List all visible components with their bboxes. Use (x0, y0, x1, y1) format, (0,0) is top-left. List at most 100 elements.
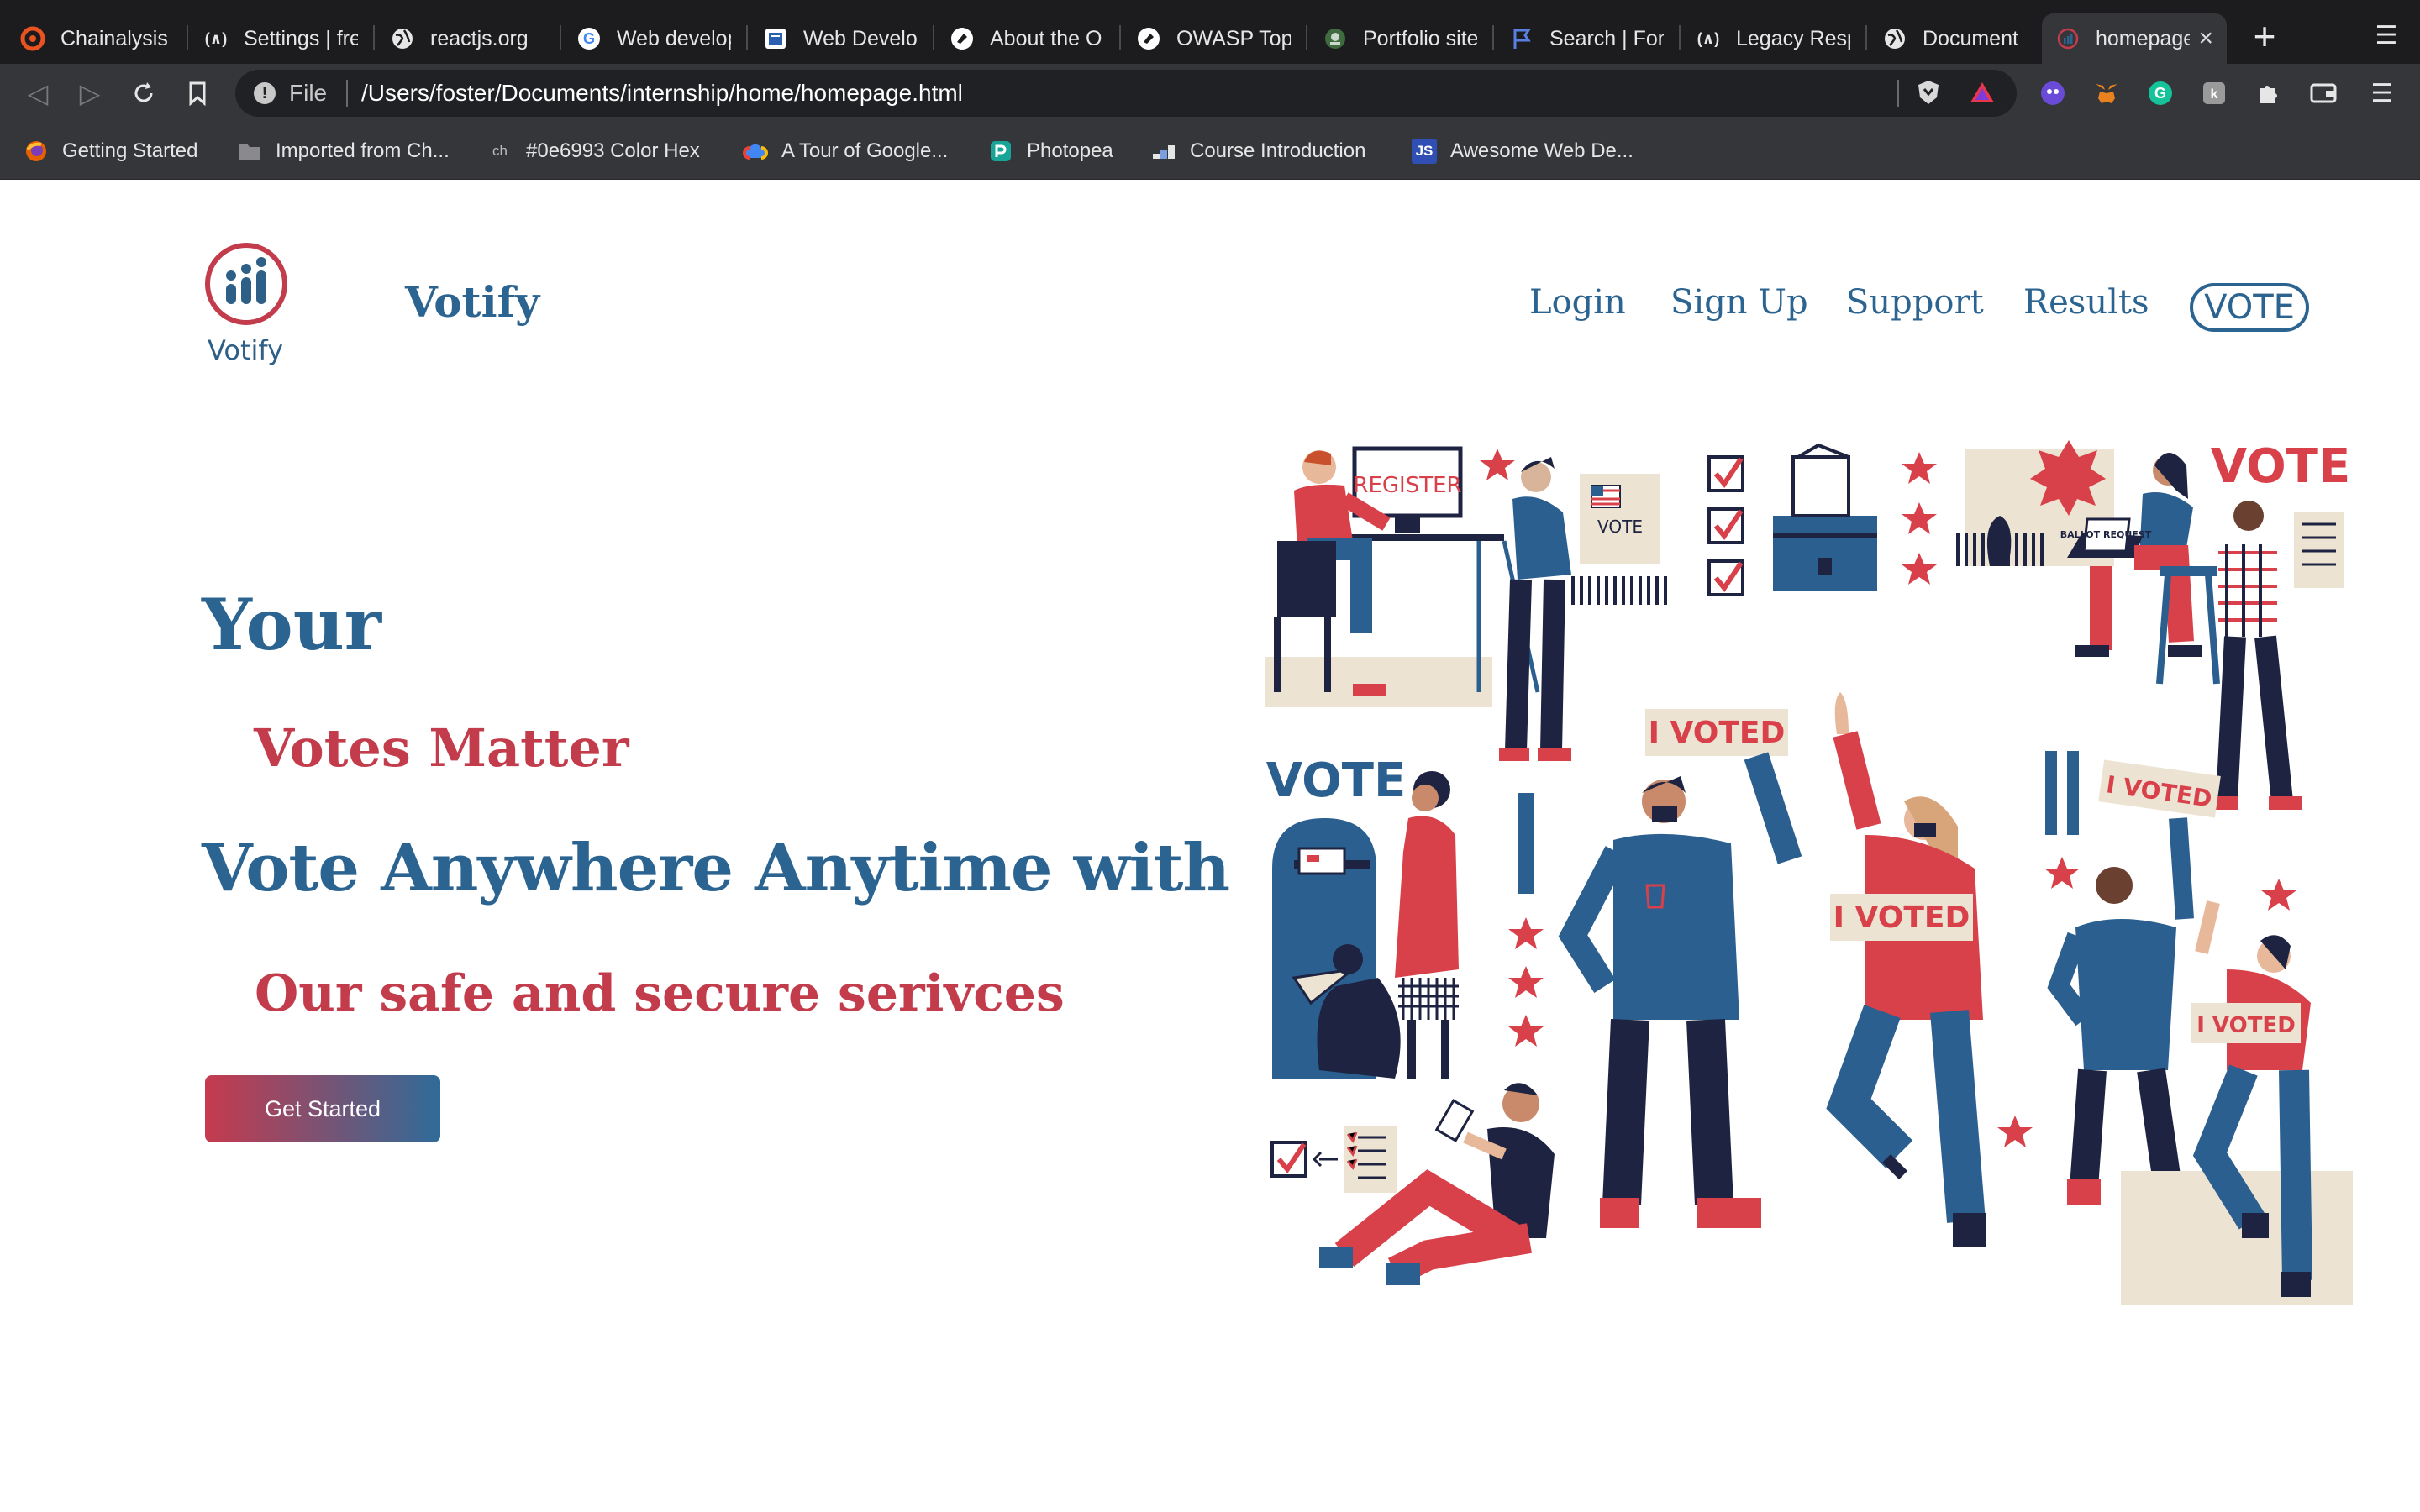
bookmark-label: Getting Started (62, 139, 198, 162)
reload-icon[interactable] (124, 74, 163, 113)
new-tab-button[interactable]: + (2244, 15, 2286, 57)
tab-divider (187, 25, 188, 50)
nav-vote-button[interactable]: VOTE (2190, 283, 2309, 332)
grammarly-icon[interactable]: G (2144, 77, 2176, 109)
folder-icon (237, 139, 262, 164)
bookmark-imported[interactable]: Imported from Ch... (237, 134, 450, 168)
scheme-label: File (289, 80, 328, 106)
tab-label: Chainalysis C (60, 26, 171, 50)
book-icon (763, 26, 788, 51)
tab-divider (1306, 25, 1307, 50)
js-icon: JS (1412, 139, 1437, 164)
tab-divider (746, 25, 748, 50)
google-cloud-icon (743, 139, 768, 164)
celebrating-woman-scene: I VOTED (1826, 692, 1986, 1247)
globe-icon (390, 26, 415, 51)
tab-divider (373, 25, 375, 50)
i-voted-sign-label: I VOTED (1833, 900, 1970, 935)
tab-web-develop-book[interactable]: Web Develop (750, 13, 931, 64)
close-tab-icon[interactable]: × (2190, 24, 2213, 53)
colorhex-icon: ch (487, 139, 513, 164)
tab-label: homepage (2096, 26, 2191, 50)
tab-search-font[interactable]: Search | Font (1496, 13, 1677, 64)
svg-text:G: G (2154, 85, 2166, 102)
extension-ghost-icon[interactable] (2037, 77, 2069, 109)
bookmark-label: Course Introduction (1190, 139, 1366, 162)
bookmark-google-tour[interactable]: A Tour of Google... (743, 134, 948, 168)
nav-signup-link[interactable]: Sign Up (1670, 283, 1808, 322)
tab-legacy-resp[interactable]: (∧) Legacy Resp (1682, 13, 1864, 64)
bookmark-label: #0e6993 Color Hex (526, 139, 700, 162)
owasp-icon (950, 26, 975, 51)
tab-portfolio-site[interactable]: Portfolio site (1309, 13, 1491, 64)
browser-toolbar: ◁ ▷ ! File /Users/foster/Documents/inter… (0, 64, 2420, 123)
info-icon[interactable]: ! (254, 82, 276, 104)
ballot-box-icon (1773, 443, 1877, 591)
tab-owasp-top[interactable]: OWASP Top (1123, 13, 1304, 64)
course-icon (1151, 139, 1176, 164)
tab-chainalysis[interactable]: Chainalysis C (7, 13, 185, 64)
hero-subheading-votes-matter: Votes Matter (254, 717, 629, 779)
bookmark-course-intro[interactable]: Course Introduction (1151, 134, 1365, 168)
menu-icon[interactable]: ☰ (2366, 77, 2398, 109)
logo-caption: Votify (207, 334, 284, 366)
checklist-scene (2210, 501, 2344, 810)
portfolio-icon (1323, 26, 1348, 51)
tab-divider (1865, 25, 1867, 50)
nav-login-link[interactable]: Login (1529, 283, 1626, 322)
tab-reactjs[interactable]: reactjs.org (376, 13, 558, 64)
owasp-icon (1136, 26, 1161, 51)
tab-web-develop-google[interactable]: G Web develop (563, 13, 744, 64)
mailbox-scene (1272, 771, 1459, 1079)
flag-icon (1509, 26, 1534, 51)
tab-label: Document (1923, 26, 2018, 50)
google-icon: G (576, 26, 602, 51)
tab-document[interactable]: Document (1869, 13, 2045, 64)
votify-logo-icon[interactable] (204, 242, 288, 326)
forward-icon[interactable]: ▷ (71, 74, 109, 113)
brave-shield-icon[interactable] (1912, 76, 1944, 108)
bookmark-color-hex[interactable]: ch #0e6993 Color Hex (487, 134, 700, 168)
nav-results-link[interactable]: Results (2023, 283, 2149, 322)
extension-k-icon[interactable]: k (2198, 77, 2230, 109)
vote-sign-label: VOTE (1266, 753, 1406, 808)
metamask-icon[interactable] (2091, 77, 2123, 109)
vote-sign-label: VOTE (1597, 517, 1643, 537)
hero-heading-vote-anywhere: Vote Anywhere Anytime with (202, 830, 1230, 906)
tab-label: Legacy Resp (1736, 26, 1850, 50)
tab-homepage[interactable]: homepage × (2042, 13, 2227, 64)
wallet-icon[interactable] (2307, 77, 2339, 109)
bookmark-getting-started[interactable]: Getting Started (24, 134, 197, 168)
url-text[interactable]: /Users/foster/Documents/internship/home/… (361, 80, 963, 107)
tab-settings[interactable]: (∧) Settings | fre (190, 13, 371, 64)
tab-divider (560, 25, 561, 50)
i-voted-sign-label: I VOTED (2196, 1013, 2296, 1038)
address-bar[interactable]: ! File /Users/foster/Documents/internshi… (235, 70, 2017, 117)
hero-subheading-safe-secure: Our safe and secure serivces (255, 964, 1065, 1023)
laptop-voter-scene: BALLOT REQUEST (1956, 440, 2220, 685)
register-label: REGISTER (1353, 473, 1461, 498)
tab-label: Portfolio site (1363, 26, 1477, 50)
url-divider (1897, 80, 1899, 107)
extensions-puzzle-icon[interactable] (2252, 77, 2284, 109)
register-desk-scene: REGISTER (1265, 446, 1540, 707)
brand-name[interactable]: Votify (405, 277, 539, 327)
tab-list-icon[interactable]: ☰ (2370, 15, 2403, 57)
tab-about-owasp[interactable]: About the O (936, 13, 1118, 64)
back-icon[interactable]: ◁ (18, 74, 57, 113)
browser-tab-bar: Chainalysis C (∧) Settings | fre reactjs… (0, 0, 2420, 64)
bookmark-label: Awesome Web De... (1450, 139, 1634, 162)
svg-text:G: G (583, 30, 595, 47)
tab-label: Web develop (617, 26, 731, 50)
bookmark-photopea[interactable]: Photopea (988, 134, 1113, 168)
get-started-button[interactable]: Get Started (205, 1075, 440, 1142)
voting-illustration-graphic: REGISTER VOTE BALLOT REQUEST VOTE VOTE I… (1265, 439, 2353, 1305)
brave-rewards-icon[interactable] (1966, 76, 1998, 108)
bookmark-icon[interactable] (178, 74, 217, 113)
photopea-icon (988, 139, 1013, 164)
nav-support-link[interactable]: Support (1846, 283, 1984, 322)
webpage: Votify Votify Login Sign Up Support Resu… (0, 180, 2420, 1512)
bookmark-awesome-web[interactable]: JS Awesome Web De... (1412, 134, 1634, 168)
i-voted-man-scene: I VOTED (1558, 709, 1802, 1228)
globe-icon (1882, 26, 1907, 51)
